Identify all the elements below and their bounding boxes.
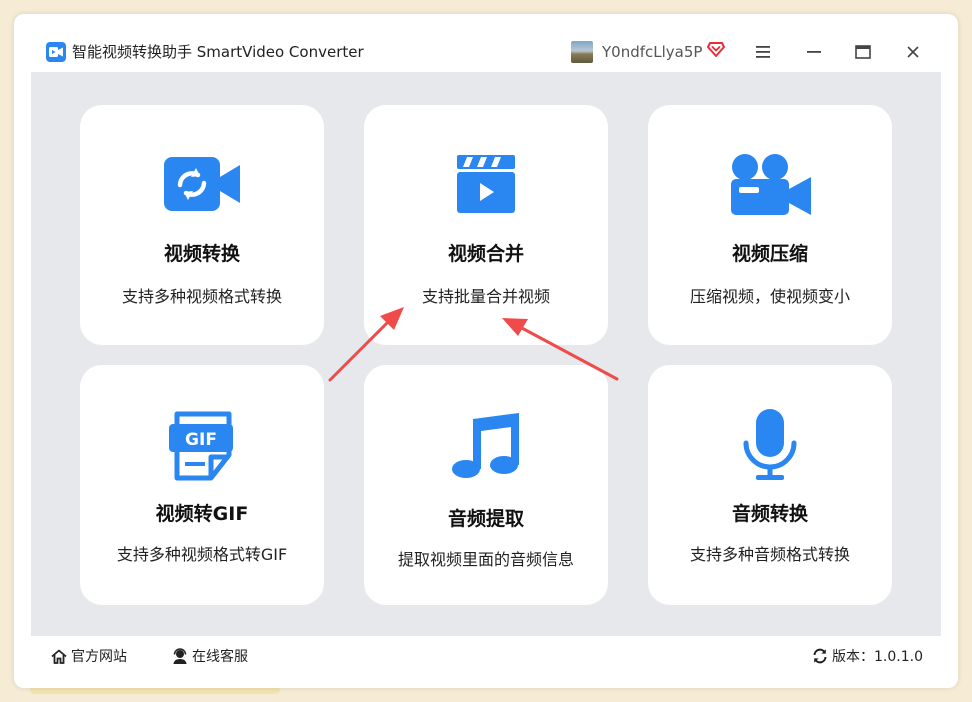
video-convert-icon [80, 157, 324, 211]
feature-title: 视频转GIF [155, 503, 249, 525]
close-button[interactable] [901, 40, 925, 64]
menu-icon [756, 46, 770, 58]
title-bar: 智能视频转换助手 SmartVideo Converter Y0ndfcLlya… [14, 14, 958, 72]
feature-title: 视频合并 [447, 243, 524, 265]
feature-desc: 压缩视频，使视频变小 [689, 287, 850, 306]
feature-title: 音频提取 [447, 508, 524, 530]
maximize-button[interactable] [851, 40, 875, 64]
online-support-link[interactable]: 在线客服 [172, 646, 248, 666]
maximize-icon [855, 45, 871, 59]
feature-card-video-to-gif[interactable]: GIF 视频转GIF 支持多种视频格式转GIF [80, 365, 324, 605]
footer-bar: 官方网站 在线客服 版本：1.0.1.0 [14, 636, 958, 688]
feature-card-video-merge[interactable]: 视频合并 支持批量合并视频 [364, 105, 608, 345]
svg-text:GIF: GIF [185, 430, 217, 450]
feature-desc: 支持批量合并视频 [421, 287, 550, 306]
microphone-icon [648, 409, 892, 481]
feature-desc: 支持多种视频格式转换 [121, 287, 282, 306]
feature-desc: 支持多种音频格式转换 [689, 545, 850, 564]
customer-service-icon [173, 648, 187, 664]
feature-title: 视频压缩 [731, 243, 808, 265]
official-website-label: 官方网站 [71, 649, 127, 665]
app-logo-icon [46, 42, 66, 62]
app-title: 智能视频转换助手 SmartVideo Converter [72, 43, 364, 61]
minimize-button[interactable] [802, 40, 826, 64]
feature-title: 视频转换 [163, 243, 240, 265]
feature-title: 音频转换 [731, 503, 808, 525]
version-label: 版本：1.0.1.0 [832, 649, 923, 665]
official-website-link[interactable]: 官方网站 [51, 646, 127, 666]
feature-grid: 视频转换 支持多种视频格式转换 视频合并 支持批量合并视频 视频压缩 压缩视频，… [31, 72, 941, 636]
refresh-icon [813, 648, 827, 664]
feature-desc: 支持多种视频格式转GIF [116, 545, 288, 564]
gif-icon: GIF [80, 411, 324, 481]
user-avatar[interactable] [571, 41, 593, 63]
feature-card-video-compress[interactable]: 视频压缩 压缩视频，使视频变小 [648, 105, 892, 345]
minimize-icon [807, 51, 821, 53]
app-window: 智能视频转换助手 SmartVideo Converter Y0ndfcLlya… [14, 14, 958, 688]
vip-diamond-icon[interactable] [707, 40, 725, 62]
feature-card-video-convert[interactable]: 视频转换 支持多种视频格式转换 [80, 105, 324, 345]
feature-card-audio-convert[interactable]: 音频转换 支持多种音频格式转换 [648, 365, 892, 605]
video-merge-icon [364, 155, 608, 213]
feature-card-audio-extract[interactable]: 音频提取 提取视频里面的音频信息 [364, 365, 608, 605]
online-support-label: 在线客服 [192, 649, 248, 665]
feature-desc: 提取视频里面的音频信息 [397, 550, 574, 569]
close-icon [907, 46, 919, 58]
music-note-icon [364, 413, 608, 479]
version-info[interactable]: 版本：1.0.1.0 [812, 646, 923, 666]
username[interactable]: Y0ndfcLlya5P [602, 42, 702, 62]
menu-button[interactable] [751, 40, 775, 64]
home-icon [51, 649, 67, 664]
video-camera-icon [648, 153, 892, 217]
